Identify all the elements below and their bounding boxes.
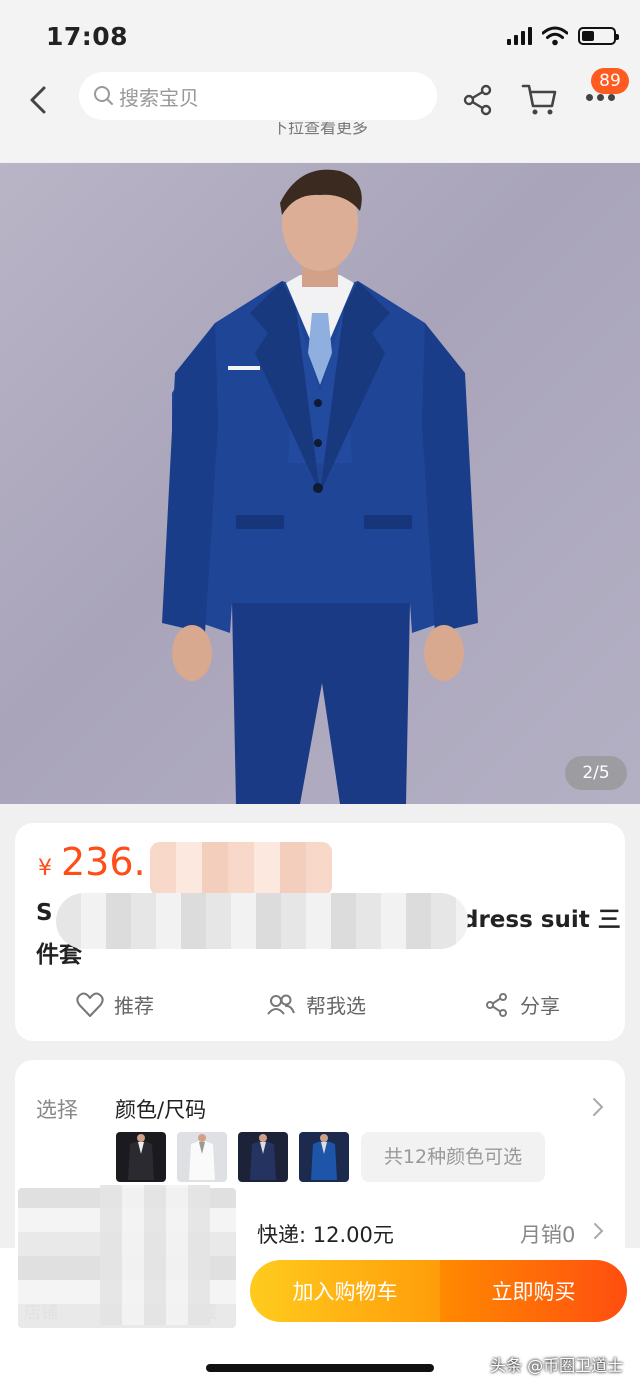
- share-button[interactable]: 分享: [484, 990, 560, 1019]
- color-thumbnail-black[interactable]: [116, 1132, 166, 1182]
- color-thumbnail-navy[interactable]: [238, 1132, 288, 1182]
- product-image[interactable]: [0, 163, 640, 804]
- wifi-icon: [542, 26, 568, 46]
- recommend-label: 推荐: [114, 994, 154, 1018]
- pick-for-me-label: 帮我选: [306, 994, 366, 1018]
- people-icon: [267, 994, 295, 1015]
- back-arrow-icon[interactable]: [22, 82, 58, 118]
- search-icon: [94, 86, 113, 105]
- color-thumbnail-white[interactable]: [177, 1132, 227, 1182]
- select-label: 选择: [36, 1098, 78, 1122]
- share-icon: [486, 992, 507, 1017]
- message-badge: 89: [591, 68, 629, 94]
- search-placeholder: 搜索宝贝: [119, 85, 199, 110]
- status-icons: [507, 26, 619, 46]
- recommend-button[interactable]: 推荐: [76, 990, 154, 1019]
- redacted-price-area: [150, 842, 332, 896]
- product-title-end: dress suit 三: [462, 907, 621, 933]
- product-title-start: S: [36, 900, 53, 926]
- pick-for-me-button[interactable]: 帮我选: [266, 990, 366, 1019]
- redacted-store-area-2: [100, 1185, 210, 1325]
- shipping-fee: 快递: 12.00元: [257, 1223, 394, 1247]
- status-time: 17:08: [46, 22, 129, 51]
- cellular-signal-icon: [507, 27, 532, 45]
- suit-model-illustration: [162, 169, 478, 804]
- monthly-sales: 月销0: [520, 1223, 576, 1247]
- buy-now-button[interactable]: 立即购买: [440, 1260, 627, 1322]
- heart-icon: [76, 992, 104, 1017]
- share-icon[interactable]: [460, 82, 496, 118]
- home-indicator[interactable]: [206, 1364, 434, 1372]
- chevron-right-icon[interactable]: [592, 1221, 606, 1241]
- share-label: 分享: [520, 994, 560, 1018]
- shopping-cart-icon[interactable]: [520, 80, 560, 118]
- more-menu-icon[interactable]: [586, 94, 616, 104]
- select-value[interactable]: 颜色/尺码: [115, 1094, 206, 1124]
- search-input[interactable]: 搜索宝贝: [79, 72, 437, 120]
- add-to-cart-button[interactable]: 加入购物车: [250, 1260, 440, 1322]
- price: 236.: [61, 840, 146, 884]
- battery-icon: [578, 27, 619, 45]
- color-thumbnail-blue[interactable]: [299, 1132, 349, 1182]
- watermark: 头条 @币圈卫道士: [490, 1356, 624, 1375]
- color-count-chip[interactable]: 共12种颜色可选: [361, 1132, 545, 1182]
- chevron-right-icon[interactable]: [590, 1096, 606, 1118]
- image-counter: 2/5: [565, 756, 627, 790]
- pull-down-hint: 下拉查看更多: [271, 122, 368, 137]
- currency-symbol: ¥: [38, 856, 52, 881]
- redacted-title-area: [56, 893, 468, 949]
